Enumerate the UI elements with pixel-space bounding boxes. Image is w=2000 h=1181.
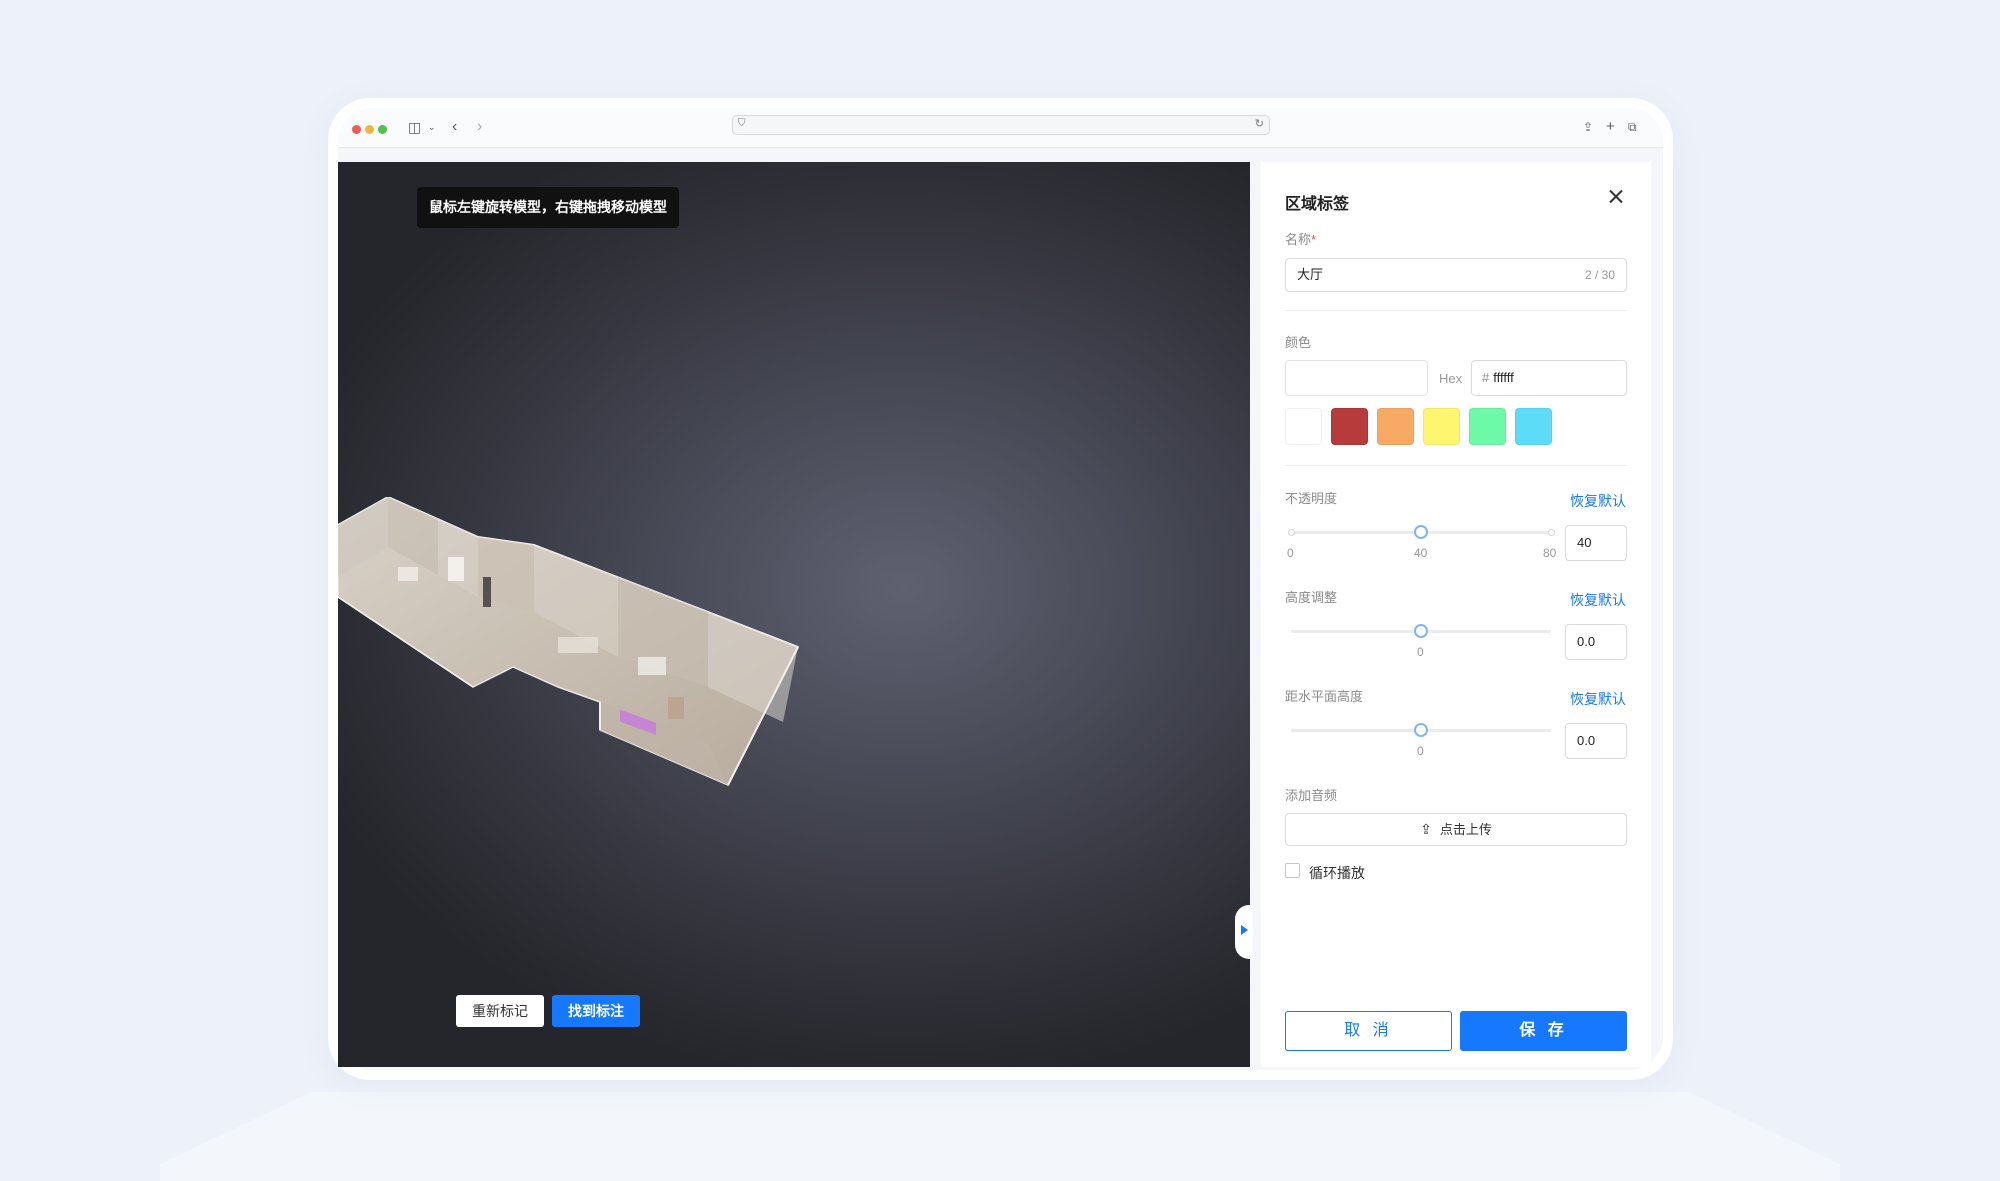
- reload-icon[interactable]: ↻: [1255, 117, 1264, 130]
- back-icon[interactable]: ‹: [452, 118, 457, 136]
- new-tab-icon[interactable]: +: [1606, 118, 1615, 136]
- cancel-button[interactable]: 取 消: [1285, 1011, 1452, 1051]
- name-input-value: 大厅: [1297, 267, 1324, 282]
- elevation-reset-link[interactable]: 恢复默认: [1570, 689, 1626, 709]
- divider: [1285, 465, 1627, 466]
- tab-overview-icon[interactable]: ⧉: [1628, 118, 1637, 136]
- elevation-input[interactable]: 0.0: [1565, 723, 1627, 759]
- elevation-slider-handle[interactable]: [1414, 723, 1428, 737]
- save-button[interactable]: 保 存: [1460, 1011, 1627, 1051]
- elevation-slider[interactable]: [1291, 723, 1551, 737]
- minimize-window-dot[interactable]: [365, 125, 374, 134]
- collapse-panel-toggle[interactable]: [1235, 905, 1253, 959]
- hex-label: Hex: [1439, 371, 1463, 386]
- browser-toolbar: ◫ ⌄ ‹ › ⛉ ↻ ⇪ + ⧉: [338, 108, 1663, 148]
- hex-input[interactable]: # ffffff: [1471, 360, 1627, 396]
- panel-title: 区域标签: [1285, 196, 1350, 213]
- opacity-reset-link[interactable]: 恢复默认: [1570, 491, 1626, 511]
- swatch-white[interactable]: [1285, 408, 1322, 445]
- height-input[interactable]: 0.0: [1565, 624, 1627, 660]
- upload-icon: ⇪: [1420, 821, 1432, 837]
- caret-right-icon: [1241, 925, 1248, 935]
- close-icon[interactable]: [1605, 186, 1627, 208]
- forward-icon[interactable]: ›: [477, 118, 482, 136]
- privacy-icon: ⛉: [738, 118, 746, 129]
- hex-prefix: #: [1482, 370, 1490, 385]
- hex-value: ffffff: [1493, 370, 1514, 385]
- height-tick: 0: [1417, 645, 1424, 659]
- remark-button[interactable]: 重新标记: [456, 995, 544, 1027]
- loop-play-checkbox[interactable]: [1285, 863, 1300, 878]
- name-label: 名称*: [1285, 229, 1316, 248]
- upload-label: 点击上传: [1439, 822, 1492, 837]
- opacity-slider[interactable]: [1288, 525, 1555, 539]
- upload-audio-button[interactable]: ⇪ 点击上传: [1285, 813, 1627, 846]
- opacity-label: 不透明度: [1285, 491, 1338, 506]
- height-label: 高度调整: [1285, 590, 1338, 605]
- name-char-counter: 2 / 30: [1584, 268, 1615, 282]
- find-annotation-button[interactable]: 找到标注: [552, 995, 640, 1027]
- loop-play-label: 循环播放: [1309, 865, 1365, 881]
- name-input[interactable]: 大厅 2 / 30: [1285, 258, 1627, 292]
- model-viewport[interactable]: 鼠标左键旋转模型，右键拖拽移动模型 重新标记 找到标注: [338, 162, 1250, 1067]
- chevron-down-icon[interactable]: ⌄: [428, 118, 436, 136]
- audio-label: 添加音频: [1285, 788, 1338, 803]
- address-bar[interactable]: ⛉ ↻: [732, 115, 1270, 135]
- color-label: 颜色: [1285, 335, 1312, 350]
- opacity-slider-min-dot: [1288, 529, 1295, 536]
- swatch-yellow[interactable]: [1423, 408, 1460, 445]
- swatch-cyan[interactable]: [1515, 408, 1552, 445]
- opacity-slider-handle[interactable]: [1414, 525, 1428, 539]
- divider: [1285, 310, 1627, 311]
- opacity-tick-max: 80: [1543, 546, 1557, 560]
- swatch-orange[interactable]: [1377, 408, 1414, 445]
- sidebar-toggle-icon[interactable]: ◫: [408, 118, 421, 136]
- area-label-panel: 区域标签 名称* 大厅 2 / 30 颜色 Hex # ffffff 不透明度 恢…: [1261, 162, 1651, 1067]
- opacity-tick-min: 0: [1287, 546, 1294, 560]
- opacity-tick-mid: 40: [1414, 546, 1428, 560]
- opacity-input[interactable]: 40: [1565, 525, 1627, 561]
- name-label-text: 名称: [1285, 232, 1312, 247]
- maximize-window-dot[interactable]: [378, 125, 387, 134]
- swatch-green[interactable]: [1469, 408, 1506, 445]
- opacity-slider-max-dot: [1548, 529, 1555, 536]
- hint-tooltip: 鼠标左键旋转模型，右键拖拽移动模型: [417, 187, 679, 228]
- floor-plan-model[interactable]: [338, 497, 808, 797]
- required-mark: *: [1311, 232, 1317, 247]
- color-preview[interactable]: [1285, 360, 1428, 396]
- height-slider-handle[interactable]: [1414, 624, 1428, 638]
- elevation-label: 距水平面高度: [1285, 689, 1364, 704]
- height-reset-link[interactable]: 恢复默认: [1570, 590, 1626, 610]
- height-slider[interactable]: [1291, 624, 1551, 638]
- elevation-tick: 0: [1417, 744, 1424, 758]
- swatch-red[interactable]: [1331, 408, 1368, 445]
- close-window-dot[interactable]: [352, 125, 361, 134]
- share-icon[interactable]: ⇪: [1583, 118, 1593, 136]
- device-stand: [160, 1092, 1840, 1181]
